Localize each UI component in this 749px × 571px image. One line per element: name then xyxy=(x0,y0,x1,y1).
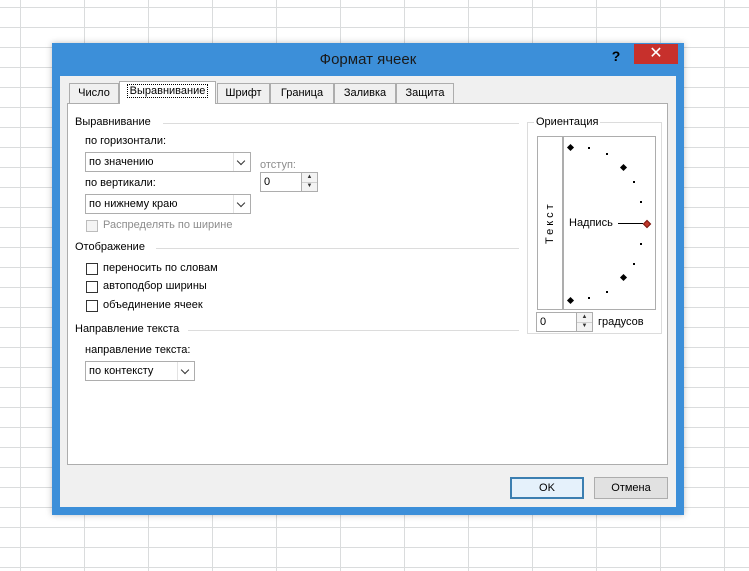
dial-dot xyxy=(633,181,635,183)
dial-dot xyxy=(588,297,590,299)
dial-dot xyxy=(640,243,642,245)
display-section-divider xyxy=(156,248,519,249)
tab-font-label: Шрифт xyxy=(225,87,262,99)
dialog-titlebar[interactable]: Формат ячеек ? ✕ xyxy=(52,43,684,76)
dial-marker xyxy=(619,273,628,282)
merge-cells-checkbox[interactable] xyxy=(86,300,98,312)
dial-label: Надпись xyxy=(569,217,613,229)
dial-pointer-line xyxy=(618,223,643,224)
direction-section-title: Направление текста xyxy=(75,323,180,335)
wrap-text-checkbox[interactable] xyxy=(86,263,98,275)
degrees-spin-buttons[interactable]: ▲ ▼ xyxy=(576,313,592,331)
chevron-down-icon[interactable] xyxy=(177,362,194,380)
wrap-text-label: переносить по словам xyxy=(103,262,218,274)
alignment-section-divider xyxy=(163,123,519,124)
tab-fill-label: Заливка xyxy=(343,87,387,99)
vertical-label: по вертикали: xyxy=(85,177,156,189)
merge-cells-label: объединение ячеек xyxy=(103,299,203,311)
tab-number-label: Число xyxy=(78,87,110,99)
direction-select-value: по контексту xyxy=(89,365,154,377)
orientation-section-title: Ориентация xyxy=(534,116,601,128)
shrink-to-fit-label: автоподбор ширины xyxy=(103,280,207,292)
tab-number[interactable]: Число xyxy=(69,83,119,103)
shrink-to-fit-checkbox[interactable] xyxy=(86,281,98,293)
dial-dot xyxy=(606,291,608,293)
distribute-checkbox[interactable] xyxy=(86,220,98,232)
direction-label: направление текста: xyxy=(85,344,191,356)
tab-border[interactable]: Граница xyxy=(270,83,334,103)
distribute-label: Распределять по ширине xyxy=(103,219,233,231)
indent-spinner[interactable]: 0 ▲ ▼ xyxy=(260,172,318,192)
dial-handle[interactable] xyxy=(642,219,652,229)
ok-button[interactable]: OK xyxy=(510,477,584,499)
tab-protection[interactable]: Защита xyxy=(396,83,454,103)
dial-dot xyxy=(606,153,608,155)
degrees-value: 0 xyxy=(540,316,547,328)
orientation-group: Текст Надпись 0 ▲ ▼ градусов xyxy=(527,122,662,334)
dialog-client-area: Число Выравнивание Шрифт Граница Заливка… xyxy=(60,76,676,507)
tab-alignment[interactable]: Выравнивание xyxy=(119,81,216,104)
tab-fill[interactable]: Заливка xyxy=(334,83,396,103)
vertical-text-button[interactable]: Текст xyxy=(537,136,563,310)
help-button[interactable]: ? xyxy=(604,46,628,66)
horizontal-select-value: по значению xyxy=(89,156,154,168)
dial-dot xyxy=(633,263,635,265)
direction-section-divider xyxy=(188,330,519,331)
chevron-down-icon[interactable] xyxy=(233,153,250,171)
format-cells-dialog: Формат ячеек ? ✕ Число Выравнивание Шриф… xyxy=(52,43,684,515)
orientation-dial[interactable]: Надпись xyxy=(563,136,656,310)
tab-font[interactable]: Шрифт xyxy=(217,83,270,103)
chevron-down-icon[interactable] xyxy=(233,195,250,213)
alignment-panel: Выравнивание по горизонтали: по значению… xyxy=(67,103,668,465)
close-button[interactable]: ✕ xyxy=(634,44,678,64)
tab-alignment-label: Выравнивание xyxy=(126,84,209,98)
cancel-button[interactable]: Отмена xyxy=(594,477,668,499)
vertical-text-label: Текст xyxy=(544,201,556,245)
tab-protection-label: Защита xyxy=(405,87,445,99)
degrees-spinner[interactable]: 0 ▲ ▼ xyxy=(536,312,593,332)
alignment-section-title: Выравнивание xyxy=(75,116,151,128)
spin-down-icon[interactable]: ▼ xyxy=(577,322,592,331)
vertical-select-value: по нижнему краю xyxy=(89,198,178,210)
degrees-label: градусов xyxy=(598,316,644,328)
horizontal-select[interactable]: по значению xyxy=(85,152,251,172)
display-section-title: Отображение xyxy=(75,241,145,253)
dial-marker xyxy=(619,163,628,172)
spin-down-icon[interactable]: ▼ xyxy=(302,182,317,191)
dial-dot xyxy=(640,201,642,203)
indent-label: отступ: xyxy=(260,159,296,171)
indent-value: 0 xyxy=(264,176,271,188)
direction-select[interactable]: по контексту xyxy=(85,361,195,381)
dialog-title: Формат ячеек xyxy=(319,51,417,68)
dial-marker xyxy=(566,143,575,152)
dial-dot xyxy=(588,147,590,149)
horizontal-label: по горизонтали: xyxy=(85,135,167,147)
dial-marker xyxy=(566,296,575,305)
vertical-select[interactable]: по нижнему краю xyxy=(85,194,251,214)
indent-spin-buttons[interactable]: ▲ ▼ xyxy=(301,173,317,191)
tab-border-label: Граница xyxy=(280,87,324,99)
